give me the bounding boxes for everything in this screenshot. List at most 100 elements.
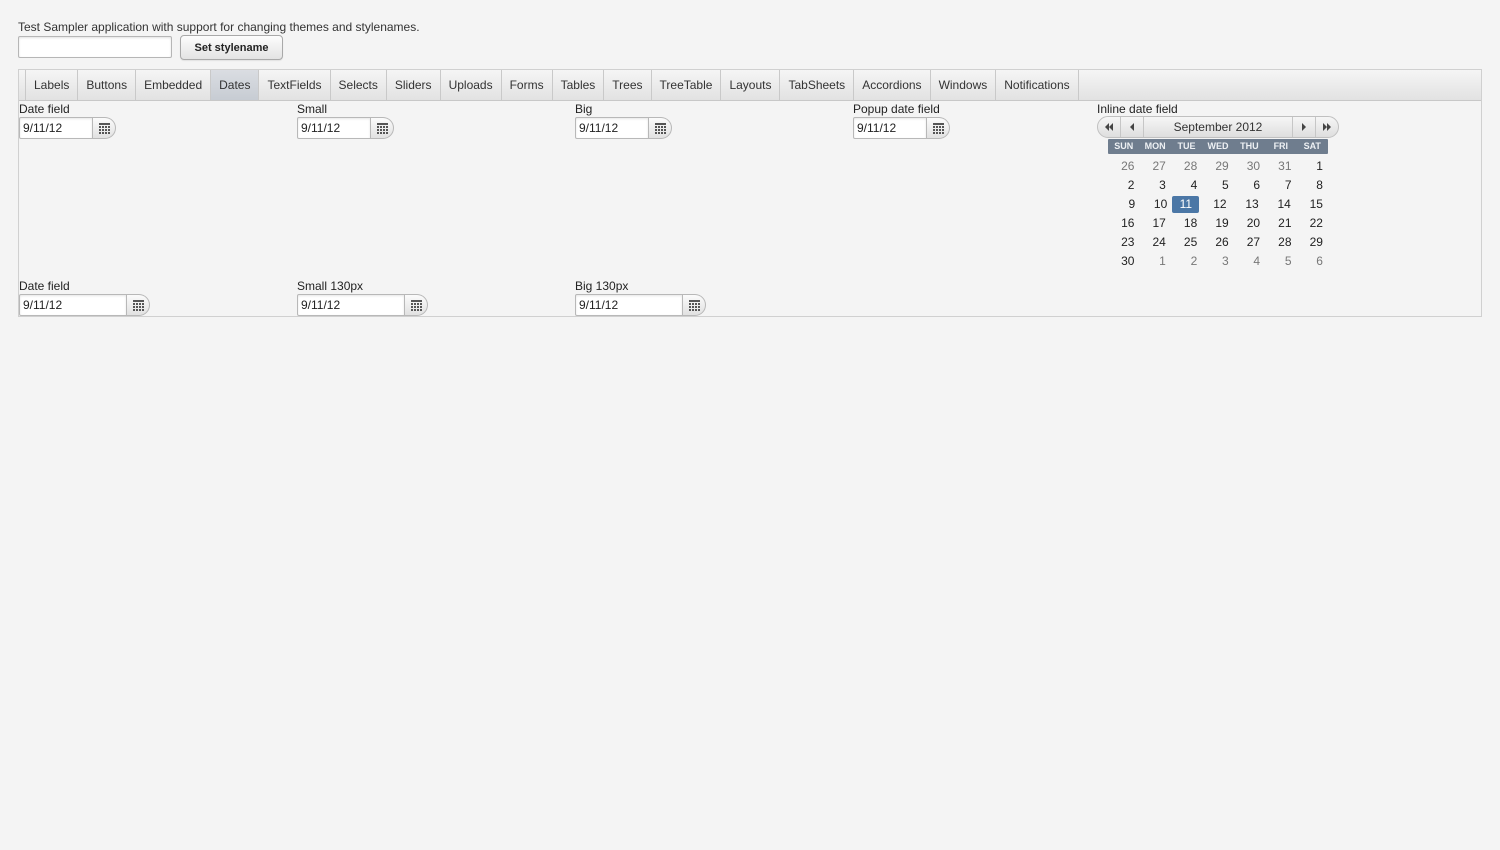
calendar-day[interactable]: 4 (1171, 177, 1202, 194)
calendar-day[interactable]: 1 (1139, 253, 1170, 270)
double-chevron-left-icon (1105, 123, 1113, 131)
intro-text: Test Sampler application with support fo… (18, 20, 420, 34)
tab-trees[interactable]: Trees (603, 70, 650, 100)
calendar-day[interactable]: 29 (1297, 234, 1328, 251)
calendar-day[interactable]: 6 (1297, 253, 1328, 270)
tab-treetable[interactable]: TreeTable (650, 70, 721, 100)
tab-labels[interactable]: Labels (25, 70, 77, 100)
small-date-input[interactable]: 9/11/12 (297, 117, 371, 139)
date-field-calendar-button[interactable] (93, 117, 116, 139)
tab-embedded[interactable]: Embedded (135, 70, 210, 100)
tab-forms[interactable]: Forms (500, 70, 552, 100)
popup-calendar-button[interactable] (927, 117, 950, 139)
calendar-day[interactable]: 8 (1297, 177, 1328, 194)
calendar-day[interactable]: 12 (1199, 196, 1231, 213)
date-field-2-input[interactable]: 9/11/12 (19, 294, 127, 316)
calendar-day[interactable]: 5 (1265, 253, 1296, 270)
tab-buttons[interactable]: Buttons (77, 70, 135, 100)
calendar-icon (654, 122, 666, 134)
calendar-day[interactable]: 15 (1296, 196, 1328, 213)
calendar-day[interactable]: 26 (1108, 158, 1139, 175)
calendar-day[interactable]: 28 (1265, 234, 1296, 251)
weekday-label: SAT (1303, 141, 1321, 151)
calendar-day[interactable]: 6 (1234, 177, 1265, 194)
calendar-day[interactable]: 24 (1139, 234, 1170, 251)
calendar-day[interactable]: 7 (1265, 177, 1296, 194)
calendar-day[interactable]: 30 (1234, 158, 1265, 175)
small-130-calendar-button[interactable] (405, 294, 428, 316)
calendar-day[interactable]: 17 (1139, 215, 1170, 232)
big-calendar-button[interactable] (649, 117, 672, 139)
small-date-field: 9/11/12 (297, 117, 394, 139)
month-label: September 2012 (1173, 120, 1263, 134)
tab-textfields[interactable]: TextFields (258, 70, 329, 100)
stylename-input[interactable] (18, 36, 172, 58)
date-field-2-caption: Date field (19, 279, 70, 293)
calendar-day[interactable]: 29 (1202, 158, 1233, 175)
tab-sliders[interactable]: Sliders (385, 70, 440, 100)
big-date-input[interactable]: 9/11/12 (575, 117, 649, 139)
tab-layouts[interactable]: Layouts (720, 70, 779, 100)
tab-windows[interactable]: Windows (929, 70, 996, 100)
calendar-day[interactable]: 3 (1202, 253, 1233, 270)
small-130-date-input[interactable]: 9/11/12 (297, 294, 405, 316)
set-stylename-button[interactable]: Set stylename (180, 35, 283, 60)
tab-tabsheets[interactable]: TabSheets (779, 70, 853, 100)
tab-selects[interactable]: Selects (329, 70, 386, 100)
next-month-button[interactable] (1292, 117, 1315, 137)
calendar-day[interactable]: 25 (1171, 234, 1202, 251)
calendar-day[interactable]: 21 (1265, 215, 1296, 232)
weekday-label: FRI (1273, 141, 1289, 151)
calendar-week: 16 17 18 19 20 21 22 (1108, 214, 1328, 233)
tab-dates[interactable]: Dates (210, 70, 259, 100)
small-calendar-button[interactable] (371, 117, 394, 139)
calendar-icon (688, 299, 700, 311)
calendar-day[interactable]: 2 (1108, 177, 1139, 194)
calendar-day[interactable]: 27 (1234, 234, 1265, 251)
calendar-day[interactable]: 16 (1108, 215, 1139, 232)
calendar-week: 23 24 25 26 27 28 29 (1108, 233, 1328, 252)
weekday-label: THU (1240, 141, 1259, 151)
calendar-icon (376, 122, 388, 134)
calendar-day[interactable]: 4 (1234, 253, 1265, 270)
calendar-day[interactable]: 23 (1108, 234, 1139, 251)
popup-date-caption: Popup date field (853, 102, 940, 116)
calendar-day[interactable]: 14 (1264, 196, 1296, 213)
big-130-date-input[interactable]: 9/11/12 (575, 294, 683, 316)
calendar-day[interactable]: 28 (1171, 158, 1202, 175)
calendar-day[interactable]: 27 (1139, 158, 1170, 175)
big-130-calendar-button[interactable] (683, 294, 706, 316)
calendar-day[interactable]: 20 (1234, 215, 1265, 232)
tab-notifications[interactable]: Notifications (995, 70, 1079, 100)
popup-date-input[interactable]: 9/11/12 (853, 117, 927, 139)
double-chevron-right-icon (1323, 123, 1331, 131)
calendar-day[interactable]: 18 (1171, 215, 1202, 232)
calendar-day[interactable]: 3 (1139, 177, 1170, 194)
calendar-day[interactable]: 2 (1171, 253, 1202, 270)
calendar-day[interactable]: 1 (1297, 158, 1328, 175)
calendar-day[interactable]: 5 (1202, 177, 1233, 194)
calendar-day[interactable]: 13 (1232, 196, 1264, 213)
calendar-day-selected[interactable]: 11 (1172, 196, 1200, 213)
calendar-day[interactable]: 9 (1108, 196, 1140, 213)
calendar-day[interactable]: 31 (1265, 158, 1296, 175)
tab-bar: Labels Buttons Embedded Dates TextFields Sele… (19, 70, 1481, 101)
tab-uploads[interactable]: Uploads (439, 70, 501, 100)
calendar-day[interactable]: 22 (1297, 215, 1328, 232)
calendar-day[interactable]: 30 (1108, 253, 1139, 270)
tab-accordions[interactable]: Accordions (853, 70, 929, 100)
weekday-label: MON (1144, 141, 1166, 151)
calendar-icon (932, 122, 944, 134)
inline-date-caption: Inline date field (1097, 102, 1178, 116)
calendar-day[interactable]: 19 (1202, 215, 1233, 232)
tab-tables[interactable]: Tables (551, 70, 604, 100)
date-field-input[interactable]: 9/11/12 (19, 117, 93, 139)
calendar-icon (98, 122, 110, 134)
calendar-day[interactable]: 10 (1140, 196, 1172, 213)
small-130-caption: Small 130px (297, 279, 364, 293)
prev-month-button[interactable] (1121, 117, 1144, 137)
date-field-2-calendar-button[interactable] (127, 294, 150, 316)
next-year-button[interactable] (1315, 117, 1338, 137)
calendar-day[interactable]: 26 (1202, 234, 1233, 251)
prev-year-button[interactable] (1098, 117, 1121, 137)
